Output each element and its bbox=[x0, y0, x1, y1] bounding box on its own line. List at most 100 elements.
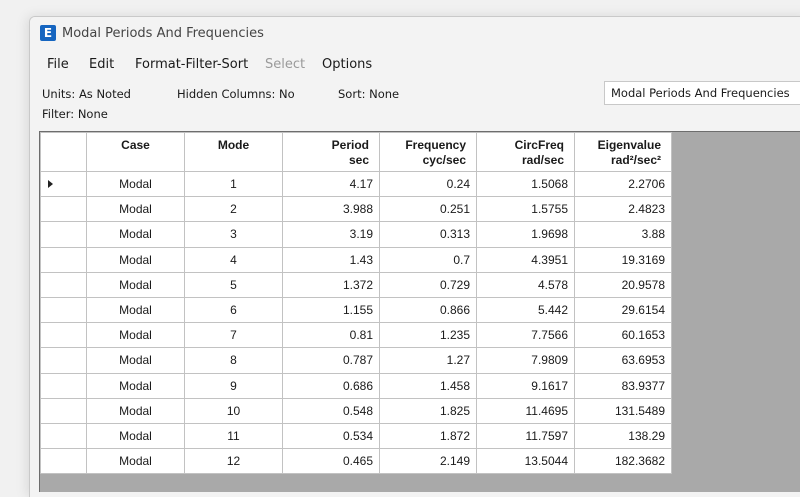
cell-period[interactable]: 1.155 bbox=[282, 296, 380, 324]
cell-frequency[interactable]: 0.7 bbox=[379, 246, 477, 273]
table-row[interactable]: Modal 8 0.787 1.27 7.9809 63.6953 bbox=[40, 347, 672, 374]
cell-circfreq[interactable]: 13.5044 bbox=[476, 448, 575, 475]
cell-case[interactable]: Modal bbox=[86, 347, 185, 374]
cell-circfreq[interactable]: 7.7566 bbox=[476, 322, 575, 349]
cell-eigenvalue[interactable]: 2.4823 bbox=[574, 196, 672, 223]
title-bar[interactable]: E Modal Periods And Frequencies bbox=[30, 17, 800, 51]
row-selector[interactable] bbox=[40, 448, 87, 475]
menu-file[interactable]: File bbox=[47, 57, 69, 72]
column-header-mode[interactable]: Mode bbox=[184, 132, 283, 172]
cell-eigenvalue[interactable]: 20.9578 bbox=[574, 271, 672, 298]
column-header-case[interactable]: Case bbox=[86, 132, 185, 172]
cell-circfreq[interactable]: 9.1617 bbox=[476, 372, 575, 399]
table-row[interactable]: Modal 11 0.534 1.872 11.7597 138.29 bbox=[40, 422, 672, 450]
cell-case[interactable]: Modal bbox=[86, 196, 185, 223]
column-header-circfreq[interactable]: CircFreq rad/sec bbox=[476, 132, 575, 172]
cell-mode[interactable]: 12 bbox=[184, 448, 283, 475]
cell-case[interactable]: Modal bbox=[86, 170, 185, 198]
cell-period[interactable]: 0.465 bbox=[282, 448, 380, 475]
cell-mode[interactable]: 4 bbox=[184, 246, 283, 273]
cell-circfreq[interactable]: 1.5755 bbox=[476, 196, 575, 223]
menu-edit[interactable]: Edit bbox=[89, 57, 114, 72]
cell-mode[interactable]: 6 bbox=[184, 296, 283, 324]
cell-eigenvalue[interactable]: 83.9377 bbox=[574, 372, 672, 399]
cell-frequency[interactable]: 1.458 bbox=[379, 372, 477, 399]
cell-frequency[interactable]: 2.149 bbox=[379, 448, 477, 475]
cell-mode[interactable]: 8 bbox=[184, 347, 283, 374]
cell-case[interactable]: Modal bbox=[86, 246, 185, 273]
column-header-period[interactable]: Period sec bbox=[282, 132, 380, 172]
table-row[interactable]: Modal 9 0.686 1.458 9.1617 83.9377 bbox=[40, 372, 672, 399]
table-row[interactable]: Modal 10 0.548 1.825 11.4695 131.5489 bbox=[40, 397, 672, 424]
row-selector[interactable] bbox=[40, 397, 87, 424]
cell-circfreq[interactable]: 11.7597 bbox=[476, 422, 575, 450]
cell-frequency[interactable]: 0.729 bbox=[379, 271, 477, 298]
cell-mode[interactable]: 9 bbox=[184, 372, 283, 399]
cell-eigenvalue[interactable]: 2.2706 bbox=[574, 170, 672, 198]
row-selector[interactable] bbox=[40, 372, 87, 399]
cell-period[interactable]: 1.43 bbox=[282, 246, 380, 273]
cell-eigenvalue[interactable]: 60.1653 bbox=[574, 322, 672, 349]
row-selector[interactable] bbox=[40, 221, 87, 248]
cell-eigenvalue[interactable]: 3.88 bbox=[574, 221, 672, 248]
cell-period[interactable]: 0.534 bbox=[282, 422, 380, 450]
column-header-eigenvalue[interactable]: Eigenvalue rad²/sec² bbox=[574, 132, 672, 172]
cell-circfreq[interactable]: 1.5068 bbox=[476, 170, 575, 198]
cell-mode[interactable]: 2 bbox=[184, 196, 283, 223]
cell-circfreq[interactable]: 5.442 bbox=[476, 296, 575, 324]
table-row[interactable]: Modal 2 3.988 0.251 1.5755 2.4823 bbox=[40, 196, 672, 223]
cell-mode[interactable]: 10 bbox=[184, 397, 283, 424]
cell-period[interactable]: 1.372 bbox=[282, 271, 380, 298]
cell-circfreq[interactable]: 4.578 bbox=[476, 271, 575, 298]
cell-mode[interactable]: 11 bbox=[184, 422, 283, 450]
cell-circfreq[interactable]: 1.9698 bbox=[476, 221, 575, 248]
table-row[interactable]: Modal 4 1.43 0.7 4.3951 19.3169 bbox=[40, 246, 672, 273]
cell-frequency[interactable]: 1.27 bbox=[379, 347, 477, 374]
table-row[interactable]: Modal 6 1.155 0.866 5.442 29.6154 bbox=[40, 296, 672, 324]
column-header-frequency[interactable]: Frequency cyc/sec bbox=[379, 132, 477, 172]
table-row[interactable]: Modal 7 0.81 1.235 7.7566 60.1653 bbox=[40, 322, 672, 349]
menu-format-filter-sort[interactable]: Format-Filter-Sort bbox=[135, 57, 248, 72]
cell-eigenvalue[interactable]: 182.3682 bbox=[574, 448, 672, 475]
row-selector[interactable] bbox=[40, 422, 87, 450]
menu-options[interactable]: Options bbox=[322, 57, 372, 72]
row-selector[interactable] bbox=[40, 296, 87, 324]
row-selector[interactable] bbox=[40, 322, 87, 349]
cell-circfreq[interactable]: 7.9809 bbox=[476, 347, 575, 374]
cell-eigenvalue[interactable]: 131.5489 bbox=[574, 397, 672, 424]
row-selector[interactable] bbox=[40, 246, 87, 273]
row-selector[interactable] bbox=[40, 347, 87, 374]
cell-case[interactable]: Modal bbox=[86, 372, 185, 399]
table-row[interactable]: Modal 12 0.465 2.149 13.5044 182.3682 bbox=[40, 448, 672, 475]
cell-case[interactable]: Modal bbox=[86, 221, 185, 248]
cell-case[interactable]: Modal bbox=[86, 422, 185, 450]
cell-mode[interactable]: 5 bbox=[184, 271, 283, 298]
cell-case[interactable]: Modal bbox=[86, 296, 185, 324]
table-row[interactable]: Modal 5 1.372 0.729 4.578 20.9578 bbox=[40, 271, 672, 298]
row-selector[interactable] bbox=[40, 170, 87, 198]
cell-mode[interactable]: 1 bbox=[184, 170, 283, 198]
cell-case[interactable]: Modal bbox=[86, 448, 185, 475]
cell-case[interactable]: Modal bbox=[86, 322, 185, 349]
cell-circfreq[interactable]: 4.3951 bbox=[476, 246, 575, 273]
cell-period[interactable]: 3.988 bbox=[282, 196, 380, 223]
cell-eigenvalue[interactable]: 63.6953 bbox=[574, 347, 672, 374]
cell-circfreq[interactable]: 11.4695 bbox=[476, 397, 575, 424]
cell-frequency[interactable]: 1.825 bbox=[379, 397, 477, 424]
cell-mode[interactable]: 3 bbox=[184, 221, 283, 248]
cell-frequency[interactable]: 0.24 bbox=[379, 170, 477, 198]
row-selector[interactable] bbox=[40, 196, 87, 223]
cell-period[interactable]: 0.548 bbox=[282, 397, 380, 424]
cell-period[interactable]: 0.686 bbox=[282, 372, 380, 399]
cell-frequency[interactable]: 0.313 bbox=[379, 221, 477, 248]
table-name-box[interactable]: Modal Periods And Frequencies bbox=[604, 81, 800, 105]
cell-frequency[interactable]: 0.251 bbox=[379, 196, 477, 223]
cell-case[interactable]: Modal bbox=[86, 397, 185, 424]
row-selector-header[interactable] bbox=[40, 132, 87, 172]
cell-case[interactable]: Modal bbox=[86, 271, 185, 298]
row-selector[interactable] bbox=[40, 271, 87, 298]
cell-period[interactable]: 4.17 bbox=[282, 170, 380, 198]
table-row[interactable]: Modal 3 3.19 0.313 1.9698 3.88 bbox=[40, 221, 672, 248]
cell-period[interactable]: 3.19 bbox=[282, 221, 380, 248]
cell-period[interactable]: 0.787 bbox=[282, 347, 380, 374]
